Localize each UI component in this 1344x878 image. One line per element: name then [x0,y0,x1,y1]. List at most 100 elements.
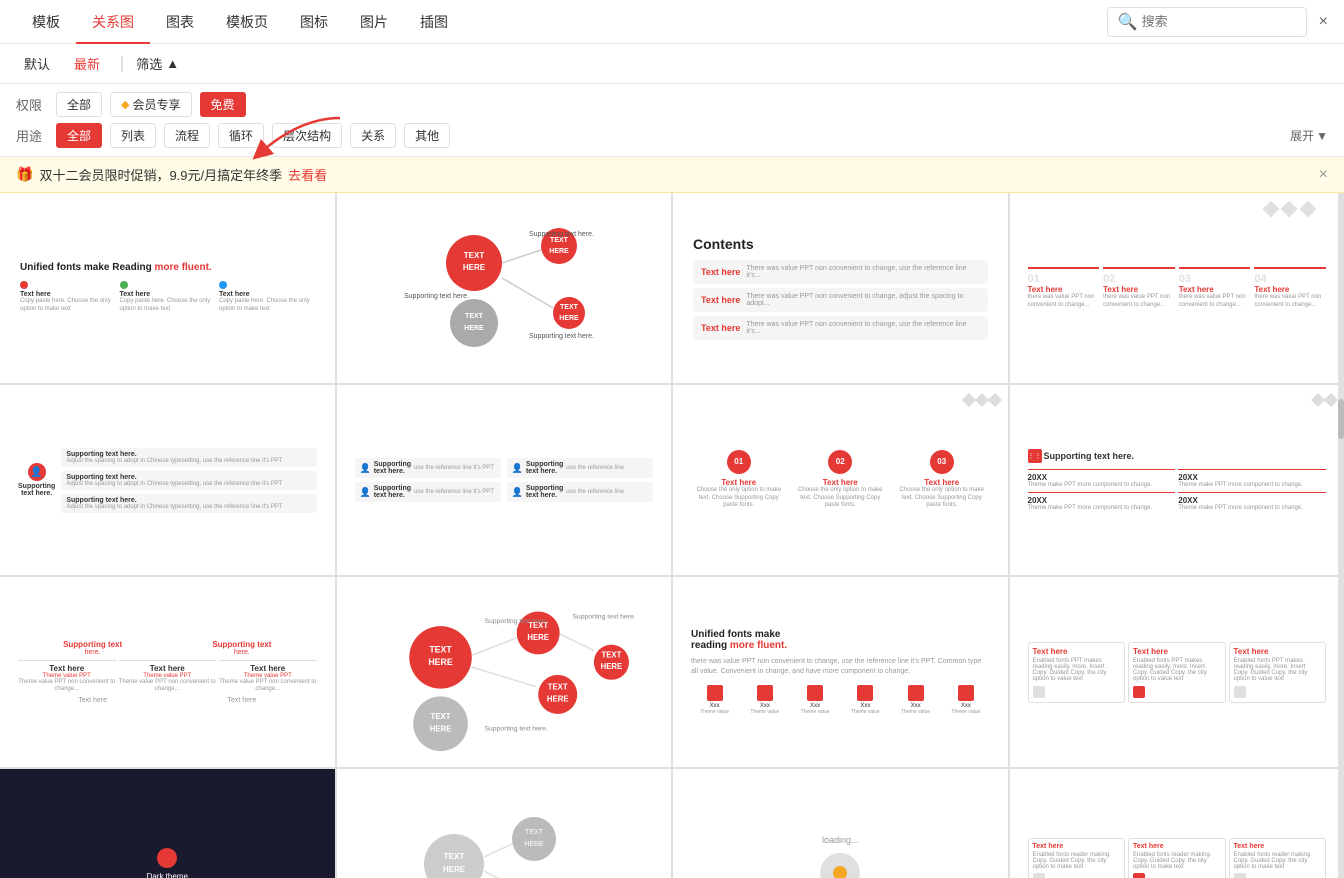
permission-vip-label: 会员专享 [132,96,180,113]
permission-label: 权限 [16,95,48,114]
scrollbar-thumb[interactable] [1338,399,1344,439]
tab-picture[interactable]: 图片 [344,0,404,44]
svg-text:Supporting text here.: Supporting text here. [529,231,594,238]
svg-text:HERE: HERE [524,841,544,848]
tab-template-page[interactable]: 模板页 [210,0,284,44]
template-item-2[interactable]: TEXT HERE TEXT HERE TEXT HERE TEXT HERE [337,193,672,383]
tab-relation[interactable]: 关系图 [76,0,150,44]
close-button[interactable]: × [1319,13,1328,31]
promo-close[interactable]: × [1319,166,1328,184]
thumb-4-content: 01 Text here there was value PPT non con… [1010,193,1344,383]
scrollbar-track[interactable] [1338,193,1344,878]
template-item-12[interactable]: Text here Enabled fonts PPT makes readin… [1010,577,1344,767]
option-bars: 权限 全部 ◆ 会员专享 免费 用途 全部 列表 流程 循环 层次结构 关系 其… [0,84,1344,157]
template-grid: Unified fonts make Reading more fluent. … [0,193,1344,878]
thumb-12-content: Text here Enabled fonts PPT makes readin… [1010,577,1344,767]
template-item-10[interactable]: TEXT HERE TEXT HERE TEXT HERE TEXT HERE … [337,577,672,767]
filter-default[interactable]: 默认 [16,52,58,75]
permission-row: 权限 全部 ◆ 会员专享 免费 [16,92,1328,117]
svg-text:HERE: HERE [429,725,451,734]
svg-text:HERE: HERE [428,657,453,667]
usage-flow[interactable]: 流程 [164,123,210,148]
filter-sort-label: 筛选 [136,54,162,73]
promo-banner: 🎁 双十二会员限时促销，9.9元/月搞定年终季 去看看 × [0,157,1344,193]
svg-text:TEXT: TEXT [560,304,579,311]
template-item-14[interactable]: TEXT HERE TEXT HERE TEXT HERE [337,769,672,878]
usage-label: 用途 [16,126,48,145]
template-item-1[interactable]: Unified fonts make Reading more fluent. … [0,193,335,383]
expand-button[interactable]: 展开 ▼ [1290,127,1328,144]
usage-cycle[interactable]: 循环 [218,123,264,148]
tab-template[interactable]: 模板 [16,0,76,44]
svg-text:TEXT: TEXT [550,237,569,244]
thumb-10-content: TEXT HERE TEXT HERE TEXT HERE TEXT HERE … [337,577,672,767]
svg-text:HERE: HERE [559,315,579,322]
thumb-8-content: ⋮⋮ Supporting text here. 20XX Theme make… [1010,385,1344,575]
search-icon: 🔍 [1118,12,1138,32]
usage-all[interactable]: 全部 [56,123,102,148]
tab-diagram[interactable]: 插图 [404,0,464,44]
usage-row: 用途 全部 列表 流程 循环 层次结构 关系 其他 展开 ▼ [16,123,1328,148]
svg-text:HERE: HERE [547,694,569,703]
top-tabs: 模板 关系图 图表 模板页 图标 图片 插图 [16,0,464,44]
tab-chart[interactable]: 图表 [150,0,210,44]
usage-other[interactable]: 其他 [404,123,450,148]
thumb-3-content: Contents Text here There was value PPT n… [673,193,1008,383]
permission-vip[interactable]: ◆ 会员专享 [110,92,191,117]
filter-bar: 默认 最新 | 筛选 ▲ [0,44,1344,84]
thumb-5-content: 👤 Supportingtext here. Supporting text h… [0,385,335,575]
permission-free[interactable]: 免费 [200,92,246,117]
filter-divider: | [120,55,124,73]
filter-newest[interactable]: 最新 [66,52,108,75]
template-item-4[interactable]: 01 Text here there was value PPT non con… [1010,193,1344,383]
template-item-9[interactable]: Supporting text here. Supporting text he… [0,577,335,767]
tab-icon[interactable]: 图标 [284,0,344,44]
svg-text:Supporting text here.: Supporting text here. [404,293,469,300]
promo-link[interactable]: 去看看 [288,165,327,184]
template-item-7[interactable]: 01 Text here Choose the only option to m… [673,385,1008,575]
top-bar: 模板 关系图 图表 模板页 图标 图片 插图 🔍 × [0,0,1344,44]
svg-text:TEXT: TEXT [429,644,452,654]
usage-hierarchy[interactable]: 层次结构 [272,123,342,148]
search-input[interactable] [1142,14,1296,29]
template-item-11[interactable]: Unified fonts makereading more fluent. t… [673,577,1008,767]
svg-text:HERE: HERE [600,662,622,671]
template-item-13[interactable]: Dark theme [0,769,335,878]
svg-text:TEXT: TEXT [430,712,450,721]
svg-text:TEXT: TEXT [465,313,484,320]
template-item-15[interactable]: loading... [673,769,1008,878]
template-item-3[interactable]: Contents Text here There was value PPT n… [673,193,1008,383]
svg-text:TEXT: TEXT [601,650,621,659]
thumb-13-content: Dark theme [0,769,335,878]
promo-text: 双十二会员限时促销，9.9元/月搞定年终季 [39,165,282,184]
template-item-16[interactable]: Text here Enabled fonts reader making. C… [1010,769,1344,878]
vip-icon: ◆ [121,98,129,111]
search-box[interactable]: 🔍 [1107,7,1307,37]
filter-sort-arrow: ▲ [166,56,179,71]
thumb-7-content: 01 Text here Choose the only option to m… [673,385,1008,575]
thumb-14-content: TEXT HERE TEXT HERE TEXT HERE [337,769,672,878]
expand-icon: ▼ [1316,129,1328,143]
usage-relation[interactable]: 关系 [350,123,396,148]
thumb-11-content: Unified fonts makereading more fluent. t… [673,577,1008,767]
svg-text:HERE: HERE [463,263,486,272]
svg-text:Supporting text here.: Supporting text here. [484,726,547,733]
svg-text:TEXT: TEXT [444,852,465,861]
svg-text:HERE: HERE [549,248,569,255]
expand-label: 展开 [1290,127,1314,144]
thumb-16-content: Text here Enabled fonts reader making. C… [1010,769,1344,878]
usage-list[interactable]: 列表 [110,123,156,148]
thumb-9-content: Supporting text here. Supporting text he… [0,577,335,767]
svg-text:TEXT: TEXT [525,829,544,836]
svg-text:TEXT: TEXT [464,251,485,260]
template-item-5[interactable]: 👤 Supportingtext here. Supporting text h… [0,385,335,575]
filter-sort[interactable]: 筛选 ▲ [136,54,179,73]
permission-all[interactable]: 全部 [56,92,102,117]
svg-text:HERE: HERE [464,325,484,332]
template-item-6[interactable]: 👤 Supporting text here. use the referenc… [337,385,672,575]
svg-text:Supporting text here.: Supporting text here. [484,618,547,625]
thumb-6-content: 👤 Supporting text here. use the referenc… [337,385,672,575]
svg-text:TEXT: TEXT [547,683,567,692]
svg-text:Supporting text here.: Supporting text here. [572,613,635,620]
template-item-8[interactable]: ⋮⋮ Supporting text here. 20XX Theme make… [1010,385,1344,575]
